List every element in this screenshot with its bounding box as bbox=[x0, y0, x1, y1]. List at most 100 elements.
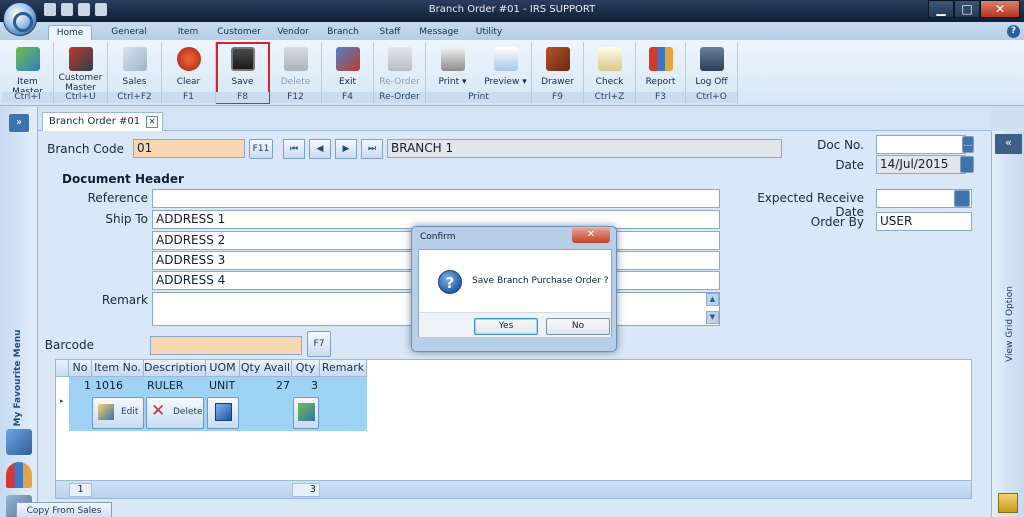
cell-item-no[interactable]: 1016 bbox=[95, 379, 123, 392]
tab-customer[interactable]: Customer bbox=[214, 25, 264, 40]
remark-scroll-up-icon[interactable]: ▲ bbox=[706, 293, 719, 306]
minimize-button[interactable]: ▁ bbox=[928, 0, 954, 18]
order-items-grid: No Item No. Description UOM Qty Avail Qt… bbox=[55, 359, 972, 499]
col-header-uom[interactable]: UOM bbox=[206, 360, 240, 377]
order-by-field[interactable]: USER bbox=[876, 212, 972, 231]
grid-option-panel: « View Grid Option bbox=[991, 131, 1024, 517]
window-controls: ▁ □ ✕ bbox=[928, 0, 1020, 18]
cell-description[interactable]: RULER bbox=[147, 379, 183, 392]
f7-button[interactable]: F7 bbox=[307, 331, 331, 357]
doc-no-field[interactable] bbox=[876, 135, 966, 154]
col-header-qty-avail[interactable]: Qty Avail bbox=[240, 360, 292, 377]
tab-item[interactable]: Item bbox=[170, 25, 206, 40]
yes-button[interactable]: Yes bbox=[474, 318, 538, 335]
print-button[interactable]: Print ▾ bbox=[426, 42, 479, 92]
report-icon bbox=[648, 47, 673, 71]
delete-button[interactable]: Delete F12 bbox=[270, 42, 322, 104]
doc-tab-branch-order[interactable]: Branch Order #01 ✕ bbox=[42, 112, 164, 131]
cell-qty[interactable]: 3 bbox=[292, 379, 318, 392]
dialog-message: Save Branch Purchase Order ? bbox=[472, 276, 609, 286]
delete-label: Delete bbox=[280, 77, 311, 87]
dialog-button-area: Yes No bbox=[419, 312, 611, 337]
tab-home[interactable]: Home bbox=[48, 25, 92, 40]
red-x-icon: ✕ bbox=[151, 401, 166, 421]
branch-code-field[interactable]: 01 bbox=[133, 139, 245, 158]
sales-button[interactable]: Sales Ctrl+F2 bbox=[108, 42, 162, 104]
date-field[interactable]: 14/Jul/2015 bbox=[876, 155, 966, 174]
col-header-no[interactable]: No bbox=[69, 360, 92, 377]
f11-lookup-button[interactable]: F11 bbox=[249, 139, 273, 159]
ship-to-label: Ship To bbox=[105, 212, 148, 226]
ribbon-tab-row: Home General Setup Item Customer Vendor … bbox=[0, 22, 1024, 51]
copy-from-sales-button[interactable]: Copy From Sales bbox=[16, 502, 112, 517]
tab-general-setup[interactable]: General Setup bbox=[98, 25, 160, 51]
cell-uom[interactable]: UNIT bbox=[209, 379, 235, 392]
tab-vendor[interactable]: Vendor bbox=[272, 25, 314, 40]
grid-option-label[interactable]: View Grid Option bbox=[1005, 274, 1015, 374]
doc-tab-close-icon[interactable]: ✕ bbox=[146, 116, 159, 128]
document-header-title: Document Header bbox=[62, 172, 184, 186]
expand-grid-option-button[interactable]: « bbox=[995, 134, 1022, 154]
reference-field[interactable] bbox=[152, 189, 720, 208]
help-icon[interactable]: ? bbox=[1007, 25, 1020, 38]
reference-label: Reference bbox=[87, 191, 148, 205]
remark-label: Remark bbox=[101, 293, 148, 307]
row-qty-button[interactable] bbox=[293, 397, 319, 429]
row-uom-button[interactable] bbox=[207, 397, 239, 429]
close-button[interactable]: ✕ bbox=[980, 0, 1020, 18]
tab-staff[interactable]: Staff bbox=[372, 25, 408, 40]
modules-icon[interactable] bbox=[6, 429, 32, 455]
cart-icon bbox=[387, 47, 412, 71]
item-master-button[interactable]: Item Master Ctrl+I bbox=[2, 42, 54, 104]
delete-shortcut: F12 bbox=[270, 92, 321, 103]
preview-button[interactable]: Preview ▾ bbox=[479, 42, 532, 92]
tab-utility[interactable]: Utility bbox=[470, 25, 508, 40]
row-edit-button[interactable]: Edit bbox=[92, 397, 144, 429]
no-button[interactable]: No bbox=[546, 318, 610, 335]
confirm-dialog: Confirm ✕ ? Save Branch Purchase Order ?… bbox=[411, 226, 617, 352]
barcode-field[interactable] bbox=[150, 336, 302, 355]
check-button[interactable]: Check Ctrl+Z bbox=[584, 42, 636, 104]
print-label: Print ▾ bbox=[438, 77, 467, 87]
preview-label: Preview ▾ bbox=[484, 77, 527, 87]
row-delete-button[interactable]: ✕ Delete bbox=[146, 397, 204, 429]
expand-favourites-button[interactable]: » bbox=[9, 114, 29, 132]
col-header-item-no[interactable]: Item No. bbox=[92, 360, 144, 377]
col-header-description[interactable]: Description bbox=[144, 360, 207, 377]
chart-icon[interactable] bbox=[6, 462, 32, 488]
remark-scroll-down-icon[interactable]: ▼ bbox=[706, 311, 719, 324]
maximize-button[interactable]: □ bbox=[954, 0, 980, 18]
report-button[interactable]: Report F3 bbox=[636, 42, 686, 104]
dialog-close-button[interactable]: ✕ bbox=[572, 228, 610, 243]
customer-master-button[interactable]: Customer Master Ctrl+U bbox=[54, 42, 108, 104]
col-header-qty[interactable]: Qty bbox=[292, 360, 320, 377]
reorder-button[interactable]: Re-Order Re-Order bbox=[374, 42, 426, 104]
tab-branch[interactable]: Branch bbox=[322, 25, 364, 40]
clear-button[interactable]: Clear F1 bbox=[162, 42, 216, 104]
grid-corner bbox=[56, 360, 69, 377]
footer-row-count: 1 bbox=[69, 483, 92, 497]
logoff-label: Log Off bbox=[695, 77, 728, 87]
grid-settings-icon[interactable] bbox=[998, 493, 1018, 513]
date-calendar-icon[interactable] bbox=[960, 156, 974, 173]
nav-next-button[interactable]: ▶ bbox=[335, 139, 357, 159]
tab-message[interactable]: Message bbox=[416, 25, 462, 40]
app-orb-icon[interactable] bbox=[3, 2, 37, 36]
save-shortcut: F8 bbox=[216, 92, 269, 103]
nav-first-button[interactable]: ⏮ bbox=[283, 139, 305, 159]
favourite-menu-label[interactable]: My Favourite Menu bbox=[13, 328, 23, 428]
expected-calendar-icon[interactable] bbox=[954, 190, 970, 207]
exit-button[interactable]: Exit F4 bbox=[322, 42, 374, 104]
drawer-button[interactable]: Drawer F9 bbox=[532, 42, 584, 104]
save-button[interactable]: Save F8 bbox=[216, 42, 270, 104]
reorder-label: Re-Order bbox=[379, 77, 420, 87]
save-label: Save bbox=[231, 77, 254, 87]
nav-prev-button[interactable]: ◀ bbox=[309, 139, 331, 159]
row-indicator-icon: ▸ bbox=[60, 397, 64, 405]
doc-no-lookup-button[interactable]: … bbox=[962, 136, 974, 153]
nav-last-button[interactable]: ⏭ bbox=[361, 139, 383, 159]
trash-icon bbox=[283, 47, 308, 71]
barcode-label: Barcode bbox=[44, 338, 94, 352]
col-header-remark[interactable]: Remark bbox=[320, 360, 367, 377]
logoff-button[interactable]: Log Off Ctrl+O bbox=[686, 42, 738, 104]
